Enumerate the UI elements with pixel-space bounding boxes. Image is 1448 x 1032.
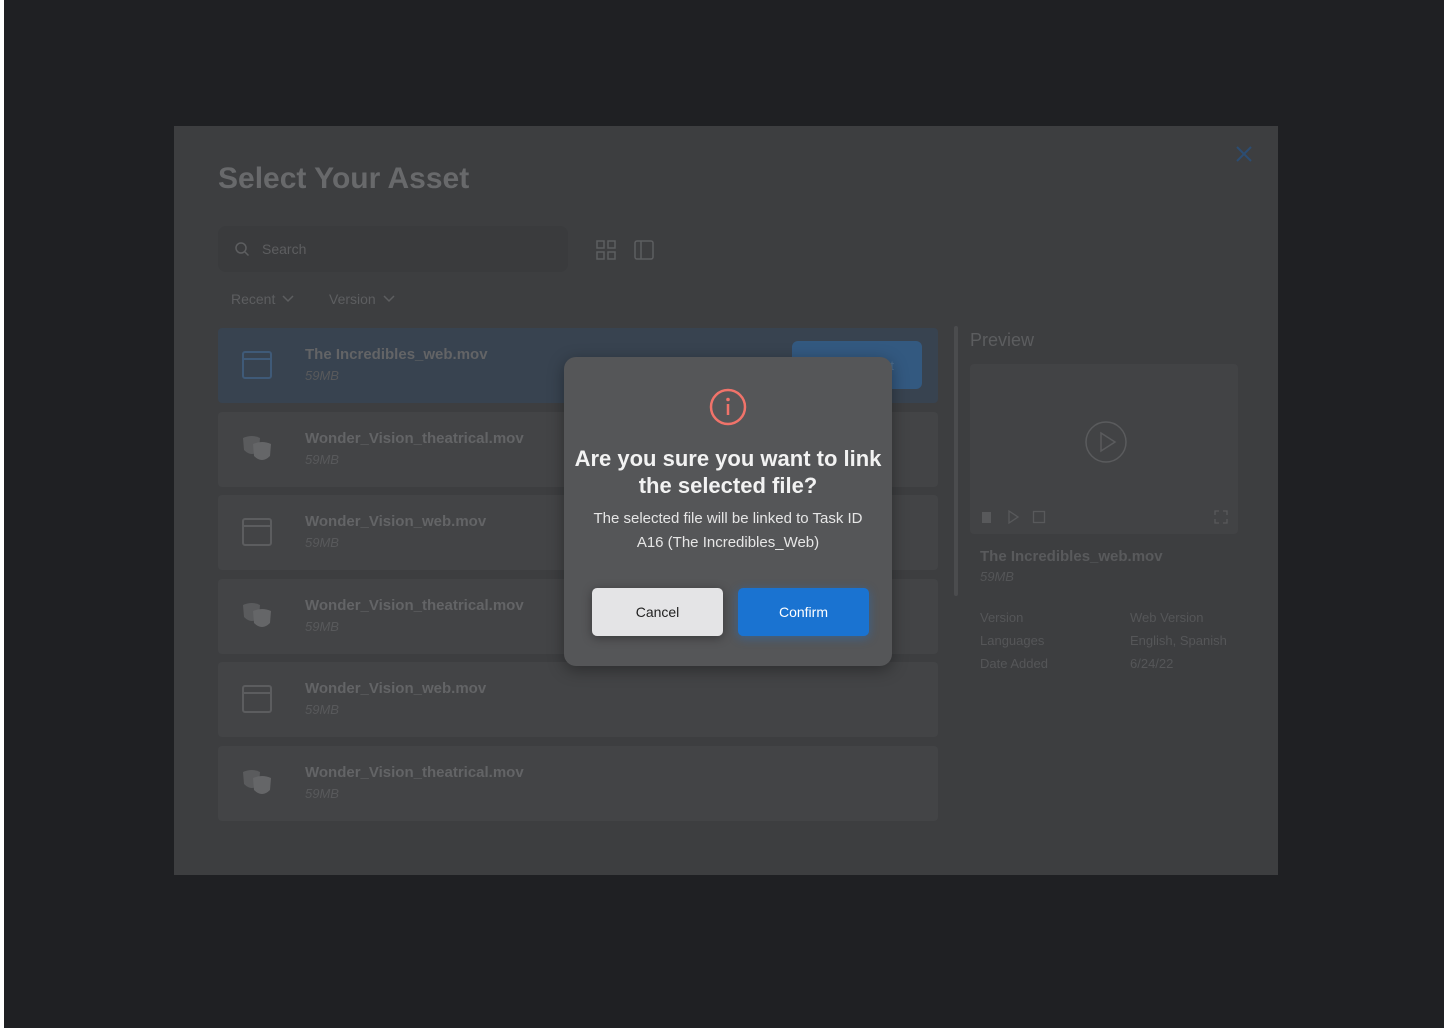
asset-name: Wonder_Vision_web.mov [305, 513, 487, 530]
confirm-button[interactable]: Confirm [738, 588, 869, 636]
meta-value-version: Web Version [1130, 610, 1204, 625]
search-input[interactable] [260, 240, 544, 258]
asset-size: 59MB [305, 618, 339, 634]
modal-title: Select Your Asset [218, 162, 470, 195]
panel-view-icon[interactable] [632, 238, 656, 262]
search-field[interactable] [218, 226, 568, 272]
theater-masks-icon [243, 602, 271, 627]
preview-file-size: 59MB [980, 569, 1014, 584]
grid-view-icon[interactable] [594, 238, 618, 262]
stop-icon[interactable] [1032, 510, 1046, 524]
filter-version-label: Version [329, 291, 376, 307]
app-backdrop: Select Your Asset Recent [4, 0, 1444, 1028]
search-icon [235, 242, 250, 257]
filter-recent-label: Recent [231, 291, 276, 307]
pause-icon[interactable] [980, 510, 994, 524]
asset-size: 59MB [305, 368, 339, 383]
asset-name: Wonder_Vision_theatrical.mov [305, 596, 524, 614]
asset-size: 59MB [305, 785, 339, 801]
browser-window-icon [242, 518, 272, 546]
meta-value-languages: English, Spanish [1130, 633, 1227, 648]
dialog-body: The selected file will be linked to Task… [593, 510, 863, 551]
asset-name: Wonder_Vision_theatrical.mov [305, 429, 524, 447]
asset-row[interactable]: Wonder_Vision_web.mov 59MB [218, 662, 938, 737]
browser-window-icon [242, 685, 272, 713]
fullscreen-icon[interactable] [1214, 510, 1228, 524]
filter-recent[interactable]: Recent [231, 291, 295, 307]
meta-value-date-added: 6/24/22 [1130, 656, 1174, 671]
meta-key-version: Version [980, 610, 1024, 625]
preview-title: Preview [970, 330, 1035, 350]
chevron-down-icon [282, 295, 294, 303]
info-circle-icon [709, 388, 747, 426]
meta-key-date-added: Date Added [980, 656, 1048, 671]
asset-size: 59MB [305, 702, 339, 717]
video-player[interactable] [970, 364, 1238, 534]
asset-size: 59MB [305, 535, 339, 550]
meta-key-languages: Languages [980, 633, 1045, 648]
theater-masks-icon [243, 769, 271, 794]
list-scrollbar[interactable] [954, 326, 958, 596]
confirm-link-dialog: Are you sure you want to link the select… [564, 357, 892, 666]
asset-name: Wonder_Vision_theatrical.mov [305, 763, 524, 781]
browser-window-icon [242, 351, 272, 379]
asset-size: 59MB [305, 451, 339, 467]
preview-file-name: The Incredibles_web.mov [980, 548, 1163, 565]
theater-masks-icon [243, 435, 271, 460]
play-icon[interactable] [1006, 510, 1020, 524]
dialog-heading: Are you sure you want to link the select… [574, 446, 882, 498]
asset-name: The Incredibles_web.mov [305, 346, 488, 363]
chevron-down-icon [383, 295, 395, 303]
play-circle-icon[interactable] [1084, 420, 1128, 464]
asset-name: Wonder_Vision_web.mov [305, 680, 487, 697]
asset-row[interactable]: Wonder_Vision_theatrical.mov 59MB [218, 745, 938, 821]
close-icon[interactable] [1232, 142, 1256, 166]
cancel-button[interactable]: Cancel [592, 588, 723, 636]
filter-version[interactable]: Version [329, 291, 396, 307]
